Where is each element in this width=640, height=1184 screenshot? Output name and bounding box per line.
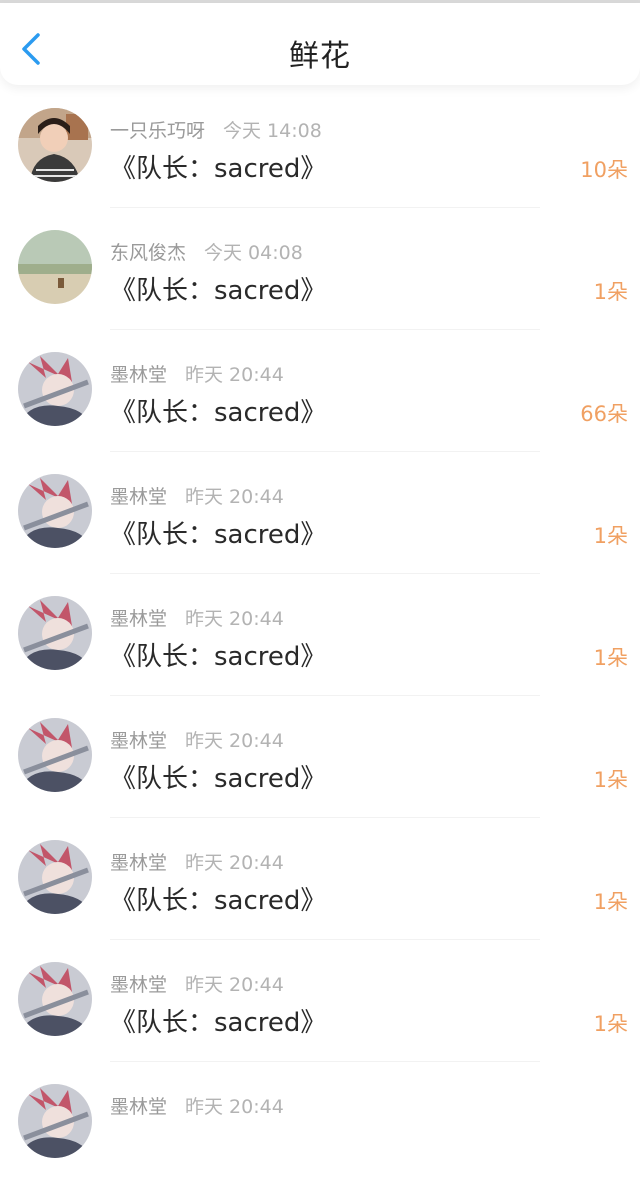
list-item[interactable]: 一只乐巧呀 今天 14:08 《队长：sacred》 10朵: [0, 86, 640, 208]
nav-header: 鲜花: [0, 3, 640, 85]
record-time: 昨天 20:44: [185, 486, 284, 508]
avatar[interactable]: [18, 108, 92, 182]
avatar[interactable]: [18, 962, 92, 1036]
avatar[interactable]: [18, 596, 92, 670]
list-item[interactable]: 墨林堂 昨天 20:44 《队长：sacred》 66朵: [0, 330, 640, 452]
sender-name[interactable]: 墨林堂: [110, 1096, 167, 1118]
flower-count: 66朵: [580, 402, 628, 426]
sender-name[interactable]: 墨林堂: [110, 486, 167, 508]
record-content: 《队长：sacred》: [110, 764, 327, 794]
list-item[interactable]: 墨林堂 昨天 20:44 《队长：sacred》 1朵: [0, 574, 640, 696]
flower-count: 10朵: [580, 158, 628, 182]
record-content: 《队长：sacred》: [110, 276, 327, 306]
record-time: 今天 04:08: [204, 242, 303, 264]
record-meta: 一只乐巧呀 今天 14:08: [110, 116, 322, 143]
record-meta: 墨林堂 昨天 20:44: [110, 604, 284, 631]
record-meta: 墨林堂 昨天 20:44: [110, 1092, 284, 1119]
sender-name[interactable]: 一只乐巧呀: [110, 120, 205, 142]
flower-count: 1朵: [593, 890, 628, 914]
flower-record-list: 一只乐巧呀 今天 14:08 《队长：sacred》 10朵 东风俊杰 今天 04:…: [0, 86, 640, 1184]
sender-name[interactable]: 东风俊杰: [110, 242, 186, 264]
record-content: 《队长：sacred》: [110, 154, 327, 184]
avatar[interactable]: [18, 840, 92, 914]
list-item[interactable]: 墨林堂 昨天 20:44 《队长：sacred》 1朵: [0, 452, 640, 574]
flower-count: 1朵: [593, 1012, 628, 1036]
record-content: 《队长：sacred》: [110, 642, 327, 672]
avatar[interactable]: [18, 1084, 92, 1158]
record-time: 昨天 20:44: [185, 974, 284, 996]
page-title: 鲜花: [289, 39, 351, 74]
list-item[interactable]: 墨林堂 昨天 20:44: [0, 1062, 640, 1184]
record-content: 《队长：sacred》: [110, 1008, 327, 1038]
record-time: 昨天 20:44: [185, 364, 284, 386]
list-item[interactable]: 东风俊杰 今天 04:08 《队长：sacred》 1朵: [0, 208, 640, 330]
sender-name[interactable]: 墨林堂: [110, 730, 167, 752]
record-time: 昨天 20:44: [185, 608, 284, 630]
flower-count: 1朵: [593, 646, 628, 670]
flower-count: 1朵: [593, 524, 628, 548]
flower-count: 1朵: [593, 768, 628, 792]
record-time: 昨天 20:44: [185, 730, 284, 752]
record-content: 《队长：sacred》: [110, 886, 327, 916]
record-meta: 墨林堂 昨天 20:44: [110, 970, 284, 997]
avatar[interactable]: [18, 352, 92, 426]
record-time: 昨天 20:44: [185, 1096, 284, 1118]
record-time: 今天 14:08: [223, 120, 322, 142]
record-meta: 墨林堂 昨天 20:44: [110, 848, 284, 875]
record-meta: 墨林堂 昨天 20:44: [110, 482, 284, 509]
sender-name[interactable]: 墨林堂: [110, 852, 167, 874]
record-meta: 墨林堂 昨天 20:44: [110, 360, 284, 387]
record-content: 《队长：sacred》: [110, 398, 327, 428]
avatar[interactable]: [18, 474, 92, 548]
sender-name[interactable]: 墨林堂: [110, 608, 167, 630]
avatar[interactable]: [18, 718, 92, 792]
sender-name[interactable]: 墨林堂: [110, 974, 167, 996]
record-content: 《队长：sacred》: [110, 520, 327, 550]
list-item[interactable]: 墨林堂 昨天 20:44 《队长：sacred》 1朵: [0, 940, 640, 1062]
list-item[interactable]: 墨林堂 昨天 20:44 《队长：sacred》 1朵: [0, 696, 640, 818]
flower-count: 1朵: [593, 280, 628, 304]
avatar[interactable]: [18, 230, 92, 304]
sender-name[interactable]: 墨林堂: [110, 364, 167, 386]
record-meta: 东风俊杰 今天 04:08: [110, 238, 303, 265]
record-time: 昨天 20:44: [185, 852, 284, 874]
list-item[interactable]: 墨林堂 昨天 20:44 《队长：sacred》 1朵: [0, 818, 640, 940]
record-meta: 墨林堂 昨天 20:44: [110, 726, 284, 753]
